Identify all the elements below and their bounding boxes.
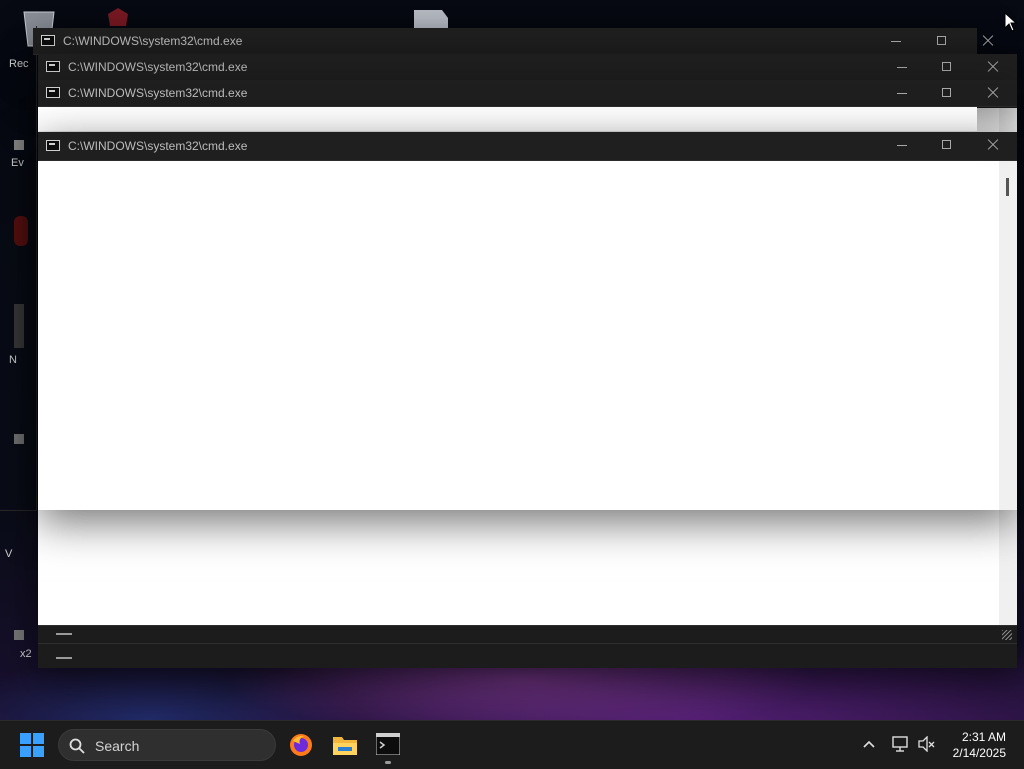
search-icon	[69, 738, 85, 754]
cmd-window-2-title: C:\WINDOWS\system32\cmd.exe	[68, 60, 248, 74]
close-button[interactable]	[970, 80, 1016, 106]
cmd-window-4[interactable]: C:\WINDOWS\system32\cmd.exe	[38, 132, 1017, 510]
cmd-window-2-titlebar[interactable]: C:\WINDOWS\system32\cmd.exe	[38, 54, 1017, 81]
cmd-icon	[46, 61, 60, 72]
taskbar-search-box[interactable]: Search	[58, 729, 276, 761]
background-window-frame	[0, 26, 37, 511]
cmd-window-3[interactable]: C:\WINDOWS\system32\cmd.exe	[38, 80, 1017, 107]
maximize-button[interactable]	[924, 54, 970, 80]
firefox-icon[interactable]	[288, 732, 314, 758]
minimize-button[interactable]	[879, 54, 925, 80]
cmd-window-1-titlebar[interactable]: C:\WINDOWS\system32\cmd.exe	[33, 28, 977, 55]
terminal-icon[interactable]	[376, 733, 400, 755]
minimize-button[interactable]	[879, 132, 925, 158]
cmd-window-4-client[interactable]	[38, 161, 977, 510]
cmd-window-4-titlebar[interactable]: C:\WINDOWS\system32\cmd.exe	[38, 132, 1017, 161]
mouse-cursor-icon	[1004, 12, 1018, 32]
clock-date: 2/14/2025	[952, 746, 1006, 760]
bottom-pane-1	[38, 625, 1017, 643]
cmd-window-3-title: C:\WINDOWS\system32\cmd.exe	[68, 86, 248, 100]
clock-time: 2:31 AM	[961, 730, 1006, 744]
desktop: Rec Ev N V x2 C:\WINDOWS\system32\cmd.ex…	[0, 0, 1024, 720]
cmd-icon	[41, 35, 55, 46]
cmd-window-4-title: C:\WINDOWS\system32\cmd.exe	[68, 139, 248, 153]
resize-grip-icon[interactable]	[1002, 630, 1012, 640]
minimized-dash-1[interactable]	[56, 633, 72, 635]
terminal-running-indicator	[385, 761, 391, 764]
volume-muted-icon[interactable]	[918, 736, 936, 752]
cmd-window-3-titlebar[interactable]: C:\WINDOWS\system32\cmd.exe	[38, 80, 1017, 107]
v-shortcut-label: V	[5, 548, 13, 560]
close-button[interactable]	[970, 54, 1016, 80]
x-shortcut-icon[interactable]	[14, 630, 24, 640]
cmd-window-2[interactable]: C:\WINDOWS\system32\cmd.exe	[38, 54, 1017, 81]
minimize-button[interactable]	[879, 80, 925, 106]
bottom-pane-2	[38, 643, 1017, 668]
taskbar: Search 2:31 AM 2/14/2025	[0, 720, 1024, 769]
maximize-button[interactable]	[924, 80, 970, 106]
maximize-button[interactable]	[919, 28, 965, 54]
windows-start-icon[interactable]	[20, 733, 44, 757]
maximize-button[interactable]	[924, 132, 970, 158]
cmd-icon	[46, 140, 60, 151]
cmd-icon	[46, 87, 60, 98]
cmd-window-1[interactable]: C:\WINDOWS\system32\cmd.exe	[33, 28, 977, 55]
close-button[interactable]	[970, 132, 1016, 158]
minimized-dash-2[interactable]	[56, 657, 72, 659]
clock[interactable]: 2:31 AM 2/14/2025	[953, 729, 1006, 761]
chevron-up-icon[interactable]	[862, 739, 876, 749]
x-shortcut-label: x2	[20, 648, 32, 660]
cmd-window-3-client[interactable]	[38, 107, 977, 131]
cmd-window-1-title: C:\WINDOWS\system32\cmd.exe	[63, 34, 243, 48]
folder-icon[interactable]	[332, 733, 358, 757]
network-icon[interactable]	[892, 735, 910, 753]
search-label: Search	[95, 738, 140, 754]
minimize-button[interactable]	[873, 28, 919, 54]
